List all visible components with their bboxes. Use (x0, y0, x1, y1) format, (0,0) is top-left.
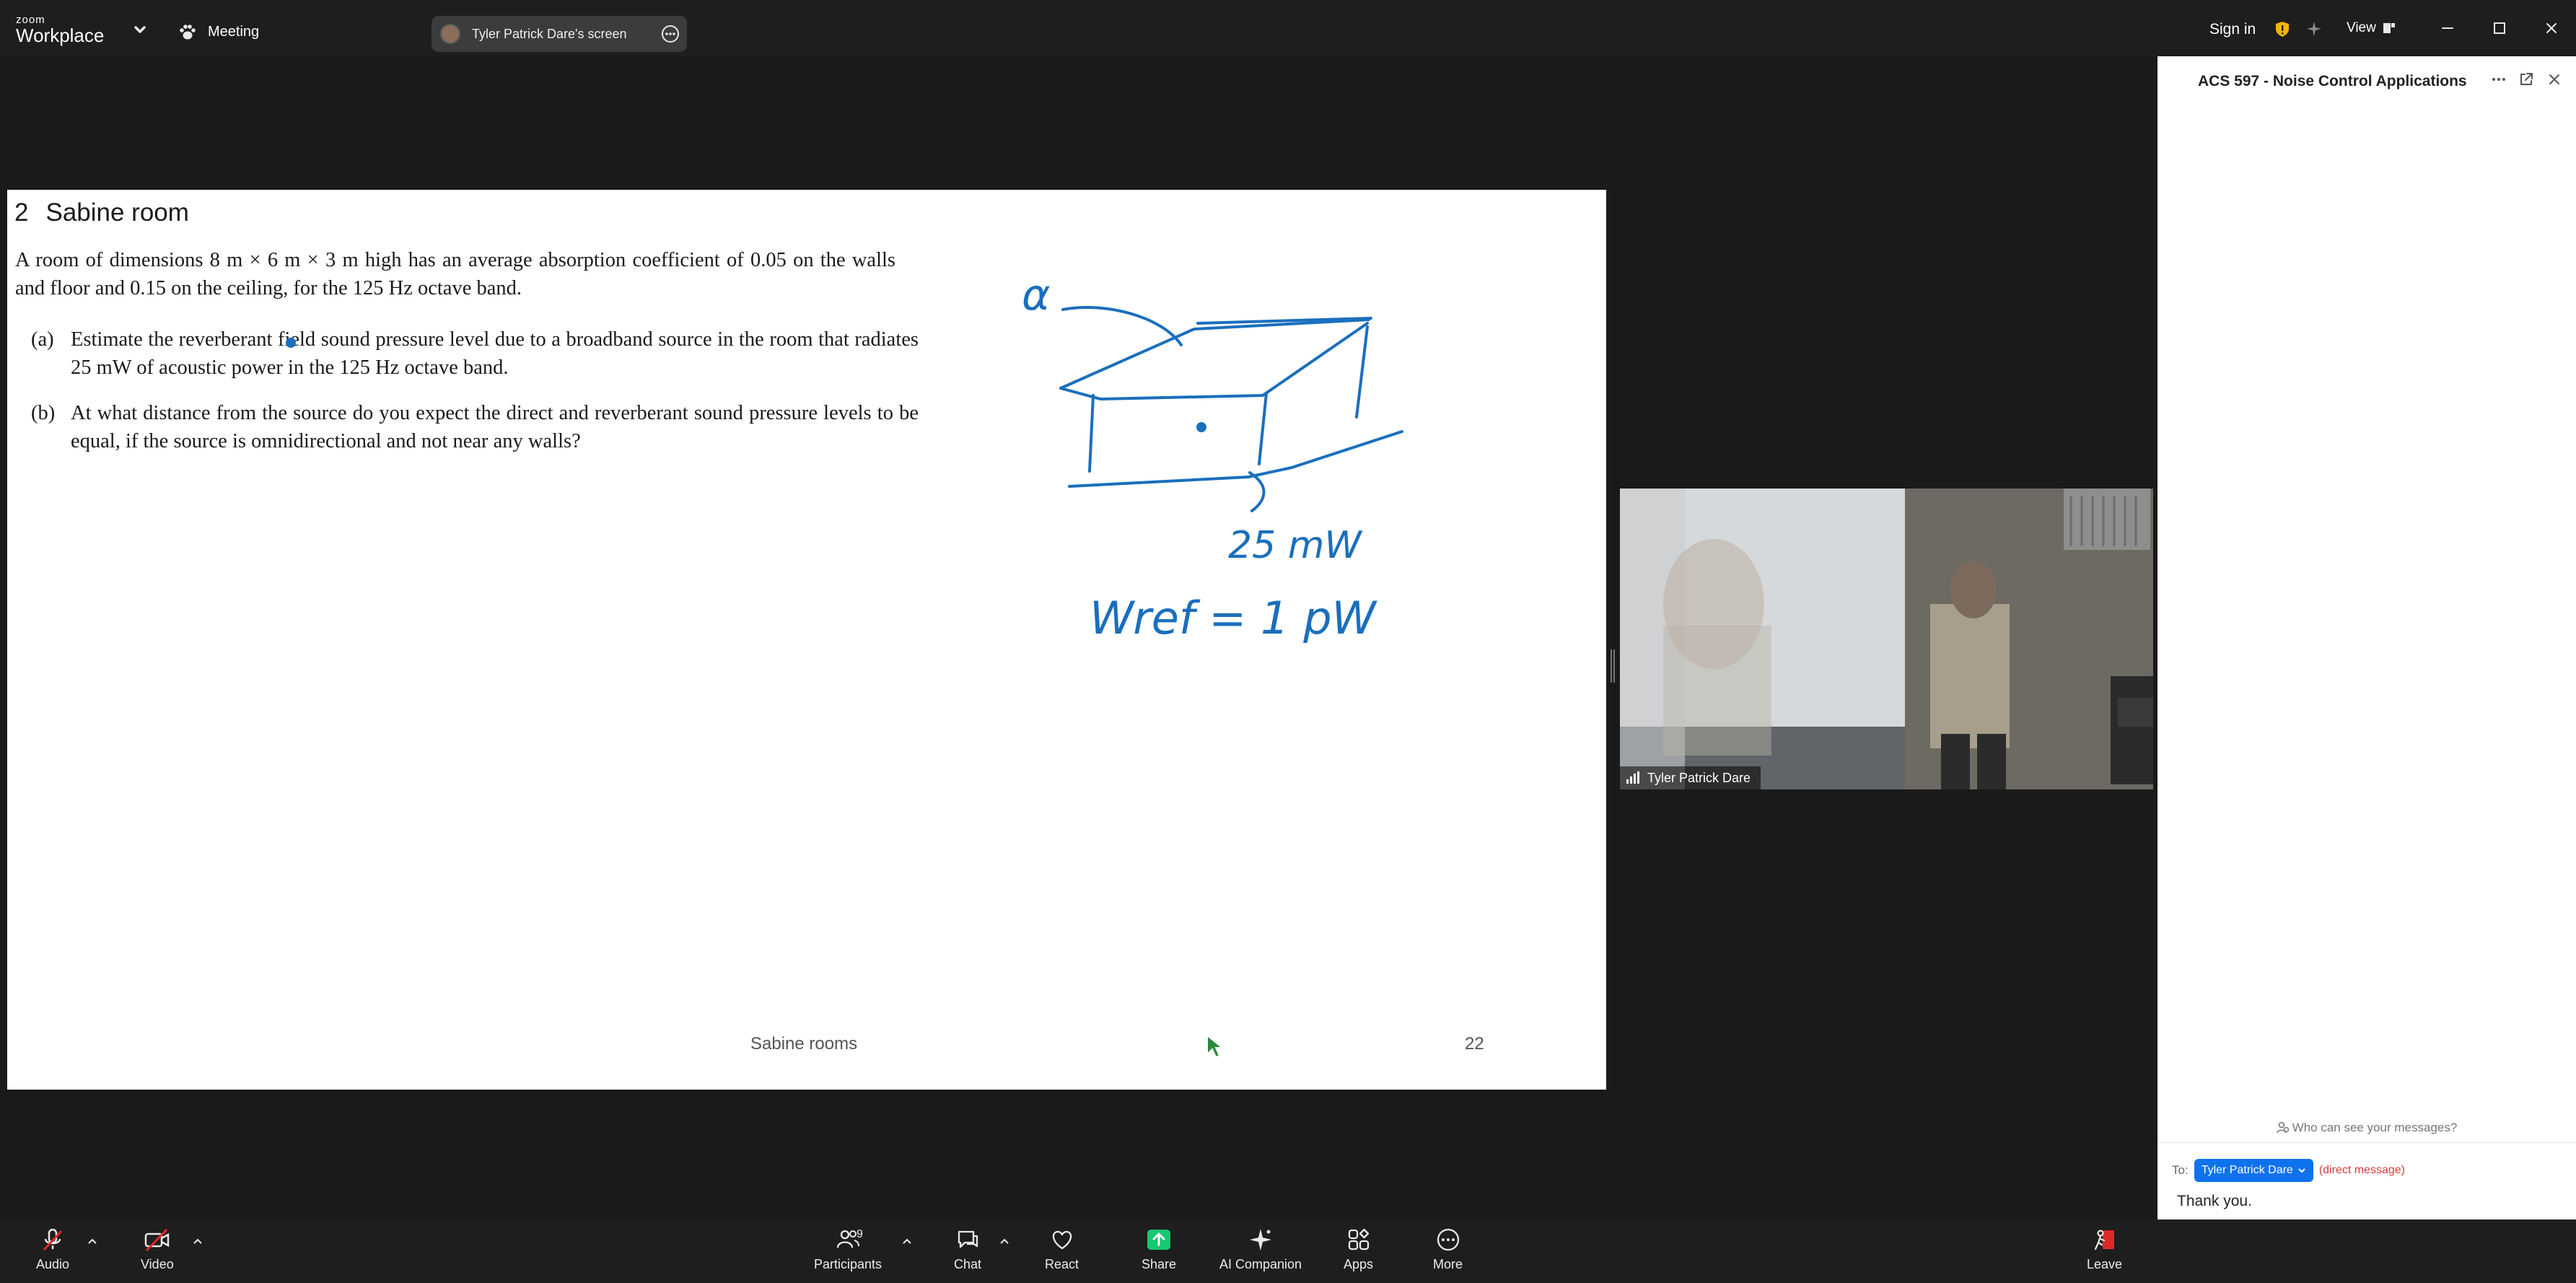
audio-button[interactable]: Audio (36, 1227, 69, 1272)
sign-in-link[interactable]: Sign in (2209, 21, 2256, 38)
share-screen-icon (1147, 1230, 1171, 1250)
annotation-reference-power: Wref = 1 pW (1090, 592, 1378, 644)
sketch-stroke (1068, 430, 1403, 488)
more-icon (1437, 1228, 1459, 1251)
chat-panel: ACS 597 - Noise Control Applications Who… (2157, 56, 2576, 1283)
participants-label: Participants (814, 1257, 882, 1271)
chat-icon (958, 1230, 978, 1248)
shield-icon[interactable] (2274, 20, 2290, 38)
divider (2157, 1142, 2576, 1143)
heart-icon (1052, 1230, 1072, 1250)
who-can-see-link[interactable]: Who can see your messages? (2157, 1121, 2576, 1135)
screen-share-label: Tyler Patrick Dare's screen (472, 26, 627, 41)
sketch-stroke (1258, 392, 1268, 465)
sketch-stroke (1088, 394, 1095, 473)
zoom-window: zoom Workplace Meeting Tyler Patrick Dar… (0, 0, 2576, 1283)
chat-title: ACS 597 - Noise Control Applications (2198, 73, 2467, 89)
chevron-up-icon[interactable] (900, 1234, 914, 1248)
close-icon[interactable] (2541, 18, 2562, 38)
sketch-stroke (1059, 322, 1369, 400)
sketch-stroke (1248, 471, 1266, 512)
share-button[interactable]: Share (1142, 1227, 1176, 1272)
participant-name-tag: Tyler Patrick Dare (1620, 766, 1761, 789)
share-label: Share (1142, 1257, 1177, 1271)
more-options-icon[interactable] (2490, 71, 2507, 88)
participant-video[interactable]: Tyler Patrick Dare (1620, 489, 2153, 789)
chevron-down-icon (2298, 1168, 2305, 1173)
chevron-up-icon[interactable] (997, 1234, 1012, 1248)
participants-button[interactable]: 9 Participants (814, 1227, 882, 1272)
more-button[interactable]: More (1433, 1227, 1463, 1272)
meeting-label: Meeting (208, 23, 260, 40)
react-label: React (1045, 1257, 1079, 1271)
direct-message-note: (direct message) (2318, 1164, 2405, 1176)
ai-companion-button[interactable]: AI Companion (1219, 1227, 1302, 1272)
video-button[interactable]: Video (141, 1227, 174, 1272)
maximize-icon[interactable] (2489, 18, 2510, 38)
ai-companion-label: AI Companion (1219, 1257, 1302, 1271)
logo-zoom-text: zoom (16, 14, 45, 26)
message-input[interactable]: Thank you. (2177, 1193, 2252, 1210)
participant-name: Tyler Patrick Dare (1647, 770, 1751, 785)
more-options-icon[interactable] (661, 25, 680, 43)
chevron-down-icon[interactable] (132, 22, 148, 38)
ai-sparkle-icon[interactable] (2305, 20, 2323, 38)
to-label: To: (2172, 1163, 2189, 1177)
chevron-up-icon[interactable] (190, 1234, 205, 1248)
close-icon[interactable] (2546, 71, 2563, 88)
chat-label: Chat (954, 1257, 982, 1271)
minimize-icon[interactable] (2437, 18, 2458, 38)
recipient-dropdown[interactable]: Tyler Patrick Dare (2194, 1159, 2313, 1182)
logo-workplace-text: Workplace (16, 25, 105, 46)
leave-icon (2094, 1230, 2114, 1251)
view-menu[interactable]: View (2347, 20, 2396, 36)
people-icon (2276, 1121, 2289, 1134)
view-layout-icon (2383, 23, 2395, 33)
zoom-workplace-logo[interactable]: zoom Workplace (16, 14, 104, 45)
video-frame (1620, 489, 2153, 789)
sketch-stroke (1355, 325, 1369, 419)
recipient-name: Tyler Patrick Dare (2201, 1164, 2293, 1176)
shared-screen-slide: 2 Sabine room A room of dimensions 8 m × … (7, 190, 1606, 1090)
more-label: More (1433, 1257, 1463, 1271)
mouse-pointer-icon (1206, 1034, 1225, 1059)
who-can-see-text: Who can see your messages? (2292, 1121, 2458, 1134)
panel-resize-handle[interactable] (1611, 649, 1615, 683)
chat-button[interactable]: Chat (954, 1227, 981, 1272)
top-bar: zoom Workplace Meeting Tyler Patrick Dar… (0, 0, 2576, 56)
screen-share-indicator[interactable]: Tyler Patrick Dare's screen (431, 16, 687, 52)
leave-label: Leave (2087, 1257, 2123, 1271)
pop-out-icon[interactable] (2518, 71, 2535, 88)
ai-sparkle-icon (1250, 1229, 1272, 1251)
audio-label: Audio (36, 1257, 70, 1271)
participants-count: 9 (857, 1228, 863, 1240)
react-button[interactable]: React (1045, 1227, 1079, 1272)
meeting-menu[interactable]: Meeting (178, 19, 259, 45)
apps-button[interactable]: Apps (1344, 1227, 1373, 1272)
microphone-muted-icon (43, 1228, 63, 1251)
video-label: Video (141, 1257, 174, 1271)
recipient-row: To: Tyler Patrick Dare (direct message) (2172, 1159, 2405, 1182)
whiteboard-annotations: α 25 mW Wref = 1 pW (286, 270, 1403, 644)
apps-label: Apps (1344, 1257, 1374, 1271)
chevron-up-icon[interactable] (85, 1234, 100, 1248)
paw-icon (180, 25, 196, 40)
leave-button[interactable]: Leave (2087, 1227, 2122, 1272)
apps-icon (1348, 1228, 1369, 1251)
avatar (440, 24, 460, 44)
video-off-icon (144, 1228, 170, 1252)
annotation-power: 25 mW (1228, 524, 1363, 567)
signal-strength-icon (1626, 771, 1639, 784)
sketch-stroke (1061, 306, 1183, 346)
meeting-toolbar: Audio Video 9 Participants Chat React Sh… (0, 1219, 2576, 1283)
annotation-alpha: α (1022, 270, 1051, 320)
view-label: View (2347, 20, 2376, 35)
